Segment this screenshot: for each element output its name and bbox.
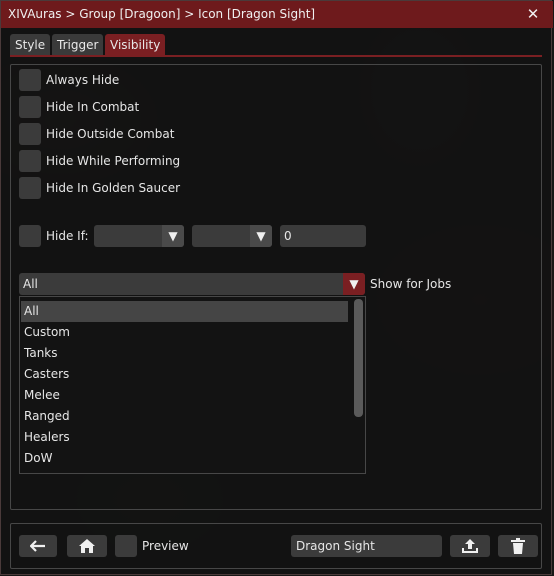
jobs-select[interactable]: All ▼ xyxy=(19,273,365,295)
preview-checkbox[interactable] xyxy=(115,535,137,557)
hide-in-combat-checkbox[interactable] xyxy=(19,96,41,118)
chevron-down-icon[interactable]: ▼ xyxy=(343,273,365,295)
upload-icon xyxy=(462,539,478,553)
always-hide-checkbox[interactable] xyxy=(19,69,41,91)
list-item[interactable]: Custom xyxy=(21,322,348,343)
jobs-select-value: All xyxy=(23,277,38,291)
hide-if-value-input[interactable]: 0 xyxy=(280,225,366,247)
hide-if-operator-select[interactable]: ▼ xyxy=(192,225,272,247)
tab-visibility[interactable]: Visibility xyxy=(105,34,166,56)
hide-if-label: Hide If: xyxy=(46,229,89,243)
chevron-down-icon[interactable]: ▼ xyxy=(250,225,272,247)
arrow-left-icon xyxy=(30,540,45,552)
window-title: XIVAuras > Group [Dragoon] > Icon [Drago… xyxy=(8,7,316,21)
hide-if-condition-select[interactable]: ▼ xyxy=(94,225,184,247)
back-button[interactable] xyxy=(19,535,57,557)
list-item[interactable]: Healers xyxy=(21,427,348,448)
tab-trigger[interactable]: Trigger xyxy=(52,34,104,56)
close-icon[interactable]: ✕ xyxy=(523,4,543,24)
hide-in-golden-saucer-label: Hide In Golden Saucer xyxy=(46,181,181,195)
jobs-list[interactable]: All Custom Tanks Casters Melee Ranged He… xyxy=(19,296,366,474)
hide-outside-combat-label: Hide Outside Combat xyxy=(46,127,175,141)
jobs-scrollbar-thumb[interactable] xyxy=(354,299,363,417)
title-bar[interactable]: XIVAuras > Group [Dragoon] > Icon [Drago… xyxy=(1,1,553,28)
list-item[interactable]: DoW xyxy=(21,448,348,469)
list-item[interactable]: All xyxy=(21,301,348,322)
hide-in-combat-label: Hide In Combat xyxy=(46,100,140,114)
list-item[interactable]: Casters xyxy=(21,364,348,385)
list-item[interactable]: Melee xyxy=(21,385,348,406)
hide-if-checkbox[interactable] xyxy=(19,225,41,247)
hide-while-performing-checkbox[interactable] xyxy=(19,150,41,172)
hide-in-golden-saucer-checkbox[interactable] xyxy=(19,177,41,199)
tab-underline xyxy=(10,55,542,57)
aura-name-input[interactable]: Dragon Sight xyxy=(291,535,442,557)
delete-button[interactable] xyxy=(498,535,538,557)
list-item[interactable]: Tanks xyxy=(21,343,348,364)
export-button[interactable] xyxy=(450,535,490,557)
show-for-jobs-label: Show for Jobs xyxy=(370,277,452,291)
tab-style[interactable]: Style xyxy=(10,34,51,56)
jobs-scrollbar[interactable] xyxy=(354,299,363,471)
chevron-down-icon[interactable]: ▼ xyxy=(162,225,184,247)
trash-icon xyxy=(511,538,525,554)
list-item[interactable]: Ranged xyxy=(21,406,348,427)
home-icon xyxy=(79,539,95,553)
preview-label: Preview xyxy=(142,539,189,553)
always-hide-label: Always Hide xyxy=(46,73,120,87)
home-button[interactable] xyxy=(67,535,107,557)
hide-while-performing-label: Hide While Performing xyxy=(46,154,181,168)
hide-outside-combat-checkbox[interactable] xyxy=(19,123,41,145)
